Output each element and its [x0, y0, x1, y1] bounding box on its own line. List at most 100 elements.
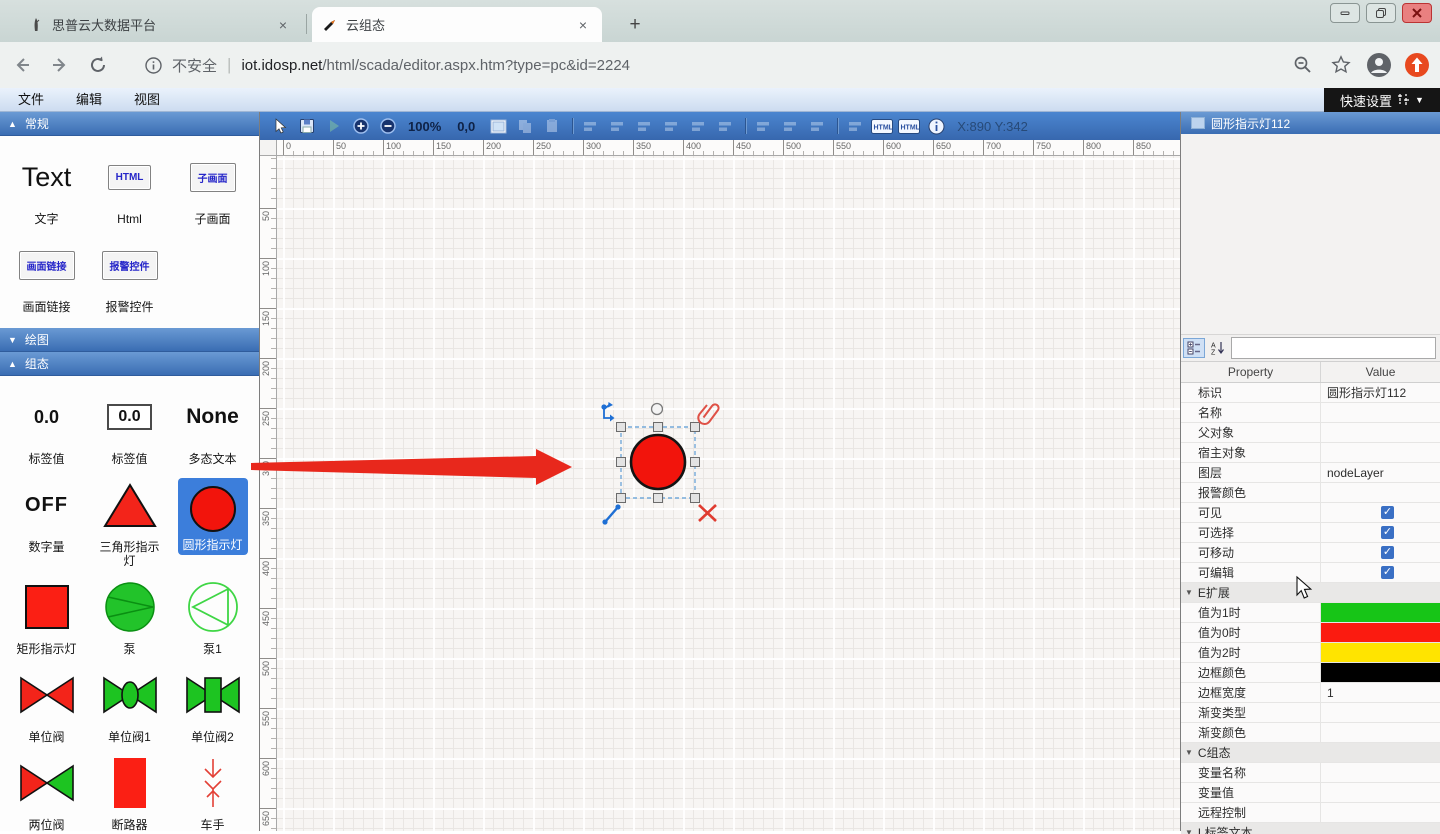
tab-scada-editor[interactable]: 云组态 × [312, 7, 602, 42]
zoom-out-page-icon[interactable] [1288, 50, 1318, 80]
property-row-值为0时[interactable]: 值为0时 [1181, 623, 1440, 643]
tab-close-icon[interactable]: × [274, 16, 292, 34]
palette-item-rect-light[interactable]: 矩形指示灯 [5, 580, 88, 656]
property-row-图层[interactable]: 图层nodeLayer [1181, 463, 1440, 483]
property-row-值为1时[interactable]: 值为1时 [1181, 603, 1440, 623]
property-row-名称[interactable]: 名称 [1181, 403, 1440, 423]
subscreen-button[interactable]: 子画面 [190, 163, 236, 192]
toolbar-html-import-icon[interactable]: HTML [897, 115, 921, 137]
sort-az-button[interactable]: AZ [1207, 338, 1229, 358]
palette-item-text-sample[interactable]: Text文字 [5, 150, 88, 226]
toolbar-info-icon[interactable] [924, 115, 948, 137]
quick-settings-button[interactable]: 快速设置 ▼ [1324, 88, 1440, 112]
palette-item-trolley[interactable]: 车手 [171, 756, 254, 831]
property-group-L标签文本[interactable]: ▼L标签文本 [1181, 823, 1440, 834]
reload-icon[interactable] [82, 49, 114, 81]
property-row-标识[interactable]: 标识圆形指示灯112 [1181, 383, 1440, 403]
property-value[interactable] [1321, 783, 1440, 802]
palette-section-header-2[interactable]: ▲组态 [0, 352, 259, 376]
property-value[interactable] [1321, 723, 1440, 742]
property-row-可见[interactable]: 可见✓ [1181, 503, 1440, 523]
palette-item-alarm-button[interactable]: 报警控件报警控件 [88, 238, 171, 314]
property-row-边框颜色[interactable]: 边框颜色 [1181, 663, 1440, 683]
selected-palette-tile[interactable]: 圆形指示灯 [178, 478, 248, 555]
checkbox-checked[interactable]: ✓ [1381, 506, 1394, 519]
browser-logo-icon[interactable] [1402, 50, 1432, 80]
palette-item-pump[interactable]: 泵 [88, 580, 171, 656]
checkbox-checked[interactable]: ✓ [1381, 566, 1394, 579]
object-tree-area[interactable] [1181, 134, 1440, 335]
palette-item-valve2[interactable]: 单位阀2 [171, 668, 254, 744]
property-row-可移动[interactable]: 可移动✓ [1181, 543, 1440, 563]
restore-button[interactable] [1366, 3, 1396, 23]
palette-item-triangle-light[interactable]: 三角形指示灯 [88, 478, 171, 568]
property-value[interactable] [1321, 763, 1440, 782]
color-swatch[interactable] [1321, 663, 1440, 682]
menu-edit[interactable]: 编辑 [70, 88, 108, 111]
property-row-远程控制[interactable]: 远程控制 [1181, 803, 1440, 823]
tab-dashboard[interactable]: 思普云大数据平台 × [18, 7, 302, 42]
value-column-header[interactable]: Value [1321, 362, 1440, 382]
menu-file[interactable]: 文件 [12, 88, 50, 111]
property-row-可选择[interactable]: 可选择✓ [1181, 523, 1440, 543]
page-info-icon[interactable] [138, 50, 168, 80]
property-value[interactable] [1321, 803, 1440, 822]
palette-item-html-button[interactable]: HTMLHtml [88, 150, 171, 226]
design-canvas[interactable] [277, 156, 1180, 831]
tab-close-icon[interactable]: × [574, 16, 592, 34]
minimize-button[interactable] [1330, 3, 1360, 23]
omnibox[interactable]: 不安全 | iot.idosp.net/html/scada/editor.as… [124, 48, 1278, 82]
property-row-渐变类型[interactable]: 渐变类型 [1181, 703, 1440, 723]
property-row-渐变颜色[interactable]: 渐变颜色 [1181, 723, 1440, 743]
palette-section-header-1[interactable]: ▼绘图 [0, 328, 259, 352]
close-button[interactable] [1402, 3, 1432, 23]
palette-item-tag-value-box[interactable]: 0.0标签值 [88, 390, 171, 466]
palette-item-breaker[interactable]: 断路器 [88, 756, 171, 831]
menu-view[interactable]: 视图 [128, 88, 166, 111]
property-value[interactable]: nodeLayer [1321, 463, 1440, 482]
forward-icon[interactable] [44, 49, 76, 81]
checkbox-checked[interactable]: ✓ [1381, 526, 1394, 539]
palette-item-valve[interactable]: 单位阀 [5, 668, 88, 744]
palette-section-header-0[interactable]: ▲常规 [0, 112, 259, 136]
toolbar-select-cursor-icon[interactable] [268, 115, 292, 137]
palette-item-pump1[interactable]: 泵1 [171, 580, 254, 656]
property-row-边框宽度[interactable]: 边框宽度1 [1181, 683, 1440, 703]
color-swatch[interactable] [1321, 603, 1440, 622]
new-tab-button[interactable]: + [622, 12, 648, 38]
palette-item-screenlink-button[interactable]: 画面链接画面链接 [5, 238, 88, 314]
property-row-宿主对象[interactable]: 宿主对象 [1181, 443, 1440, 463]
bookmark-star-icon[interactable] [1326, 50, 1356, 80]
checkbox-checked[interactable]: ✓ [1381, 546, 1394, 559]
property-value[interactable] [1321, 443, 1440, 462]
back-icon[interactable] [6, 49, 38, 81]
palette-item-subscreen-button[interactable]: 子画面子画面 [171, 150, 254, 226]
toolbar-html-export-icon[interactable]: HTML [870, 115, 894, 137]
palette-item-circle-light[interactable]: 圆形指示灯 [171, 478, 254, 568]
html-button[interactable]: HTML [108, 165, 152, 190]
categorized-view-button[interactable] [1183, 338, 1205, 358]
property-row-报警颜色[interactable]: 报警颜色 [1181, 483, 1440, 503]
palette-item-valve-2way[interactable]: 两位阀 [5, 756, 88, 831]
palette-item-multistate-text[interactable]: None多态文本 [171, 390, 254, 466]
screenlink-button[interactable]: 画面链接 [19, 251, 75, 280]
palette-item-valve1[interactable]: 单位阀1 [88, 668, 171, 744]
alarm-button[interactable]: 报警控件 [102, 251, 158, 280]
property-value[interactable] [1321, 483, 1440, 502]
property-filter-input[interactable] [1231, 337, 1436, 359]
property-column-header[interactable]: Property [1181, 362, 1321, 382]
toolbar-save-icon[interactable] [295, 115, 319, 137]
property-row-变量值[interactable]: 变量值 [1181, 783, 1440, 803]
property-row-值为2时[interactable]: 值为2时 [1181, 643, 1440, 663]
palette-item-tag-value[interactable]: 0.0标签值 [5, 390, 88, 466]
property-group-E扩展[interactable]: ▼E扩展 [1181, 583, 1440, 603]
toolbar-page-grid-icon[interactable] [486, 115, 510, 137]
toolbar-zoom-out-icon[interactable] [376, 115, 400, 137]
property-row-变量名称[interactable]: 变量名称 [1181, 763, 1440, 783]
property-group-C组态[interactable]: ▼C组态 [1181, 743, 1440, 763]
toolbar-zoom-in-icon[interactable] [349, 115, 373, 137]
property-value[interactable]: 1 [1321, 683, 1440, 702]
property-value[interactable] [1321, 703, 1440, 722]
property-value[interactable]: 圆形指示灯112 [1321, 383, 1440, 402]
palette-item-digital-value[interactable]: OFF数字量 [5, 478, 88, 568]
